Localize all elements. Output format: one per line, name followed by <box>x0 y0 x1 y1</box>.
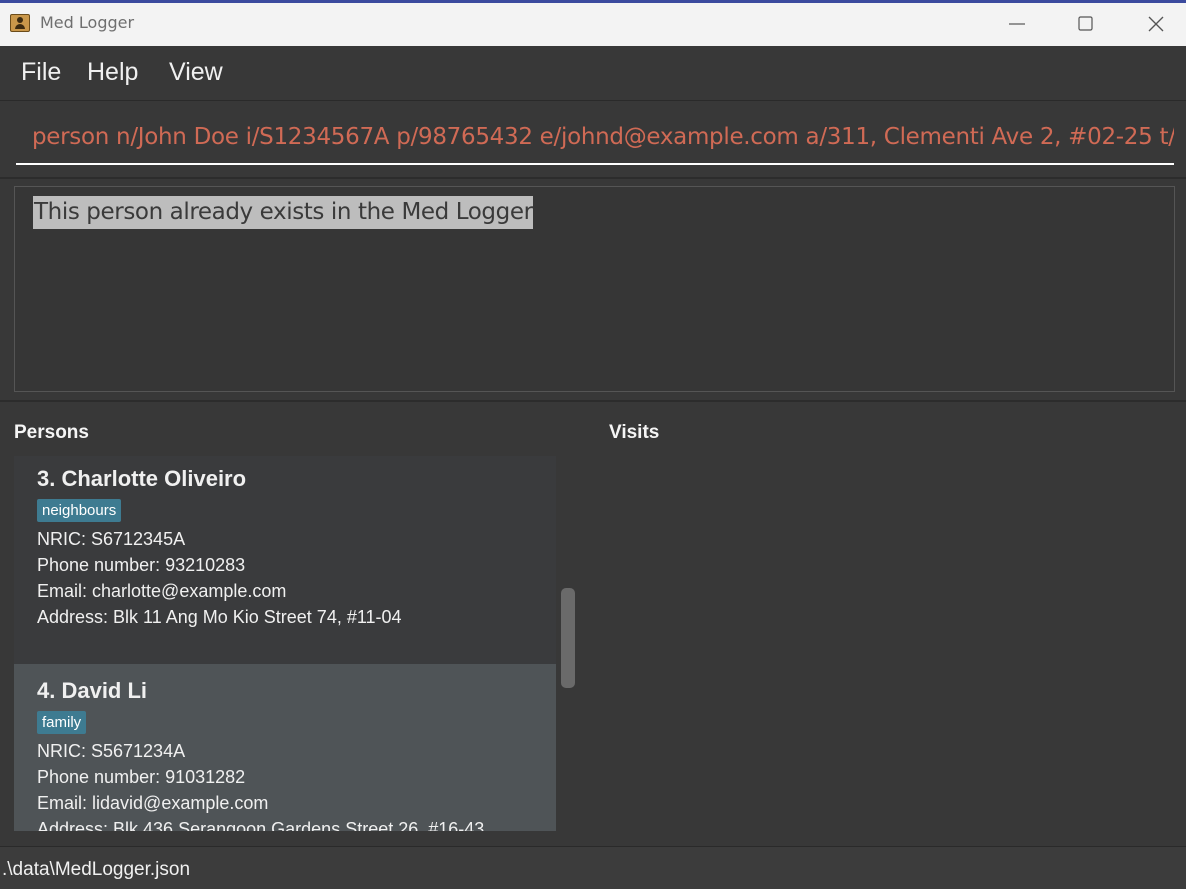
title-bar[interactable]: Med Logger <box>0 3 1186 46</box>
person-nric: NRIC: S6712345A <box>37 529 186 549</box>
menu-help[interactable]: Help <box>87 58 138 87</box>
person-address: Address: Blk 11 Ang Mo Kio Street 74, #1… <box>37 607 402 627</box>
person-nric: NRIC: S5671234A <box>37 741 186 761</box>
person-name: 4. David Li <box>37 678 148 703</box>
close-button[interactable] <box>1133 3 1179 46</box>
result-message: This person already exists in the Med Lo… <box>33 196 533 229</box>
maximize-button[interactable] <box>1063 3 1109 46</box>
person-phone: Phone number: 91031282 <box>37 767 246 787</box>
menu-view[interactable]: View <box>169 58 223 87</box>
person-list-scrollbar[interactable] <box>560 456 576 831</box>
minimize-icon <box>1009 23 1025 25</box>
persons-panel-title: Persons <box>14 422 89 443</box>
person-card[interactable]: 3. Charlotte Oliveiro neighbours NRIC: S… <box>14 456 556 664</box>
menu-bar: File Help View <box>0 46 1186 101</box>
visits-panel-title: Visits <box>609 422 660 443</box>
person-phone: Phone number: 93210283 <box>37 555 246 575</box>
scrollbar-thumb[interactable] <box>561 588 575 688</box>
person-email: Email: charlotte@example.com <box>37 581 287 601</box>
person-tag: neighbours <box>37 499 122 522</box>
minimize-button[interactable] <box>994 3 1040 46</box>
menu-file[interactable]: File <box>21 58 61 87</box>
contact-book-icon <box>10 14 30 32</box>
result-display[interactable]: This person already exists in the Med Lo… <box>14 186 1175 392</box>
person-list[interactable]: 3. Charlotte Oliveiro neighbours NRIC: S… <box>14 456 556 831</box>
data-file-path: .\data\MedLogger.json <box>2 859 191 880</box>
person-card[interactable]: 4. David Li family NRIC: S5671234A Phone… <box>14 664 556 831</box>
command-input[interactable] <box>16 111 1174 165</box>
person-address: Address: Blk 436 Serangoon Gardens Stree… <box>37 819 485 831</box>
close-icon <box>1148 16 1164 32</box>
panel-divider <box>0 400 1186 402</box>
maximize-icon <box>1078 16 1093 31</box>
status-bar: .\data\MedLogger.json <box>0 846 1186 889</box>
person-tag: family <box>37 711 87 734</box>
command-area <box>0 101 1186 179</box>
person-email: Email: lidavid@example.com <box>37 793 269 813</box>
person-name: 3. Charlotte Oliveiro <box>37 466 247 491</box>
visits-panel <box>600 456 1170 831</box>
window-title: Med Logger <box>40 13 135 32</box>
